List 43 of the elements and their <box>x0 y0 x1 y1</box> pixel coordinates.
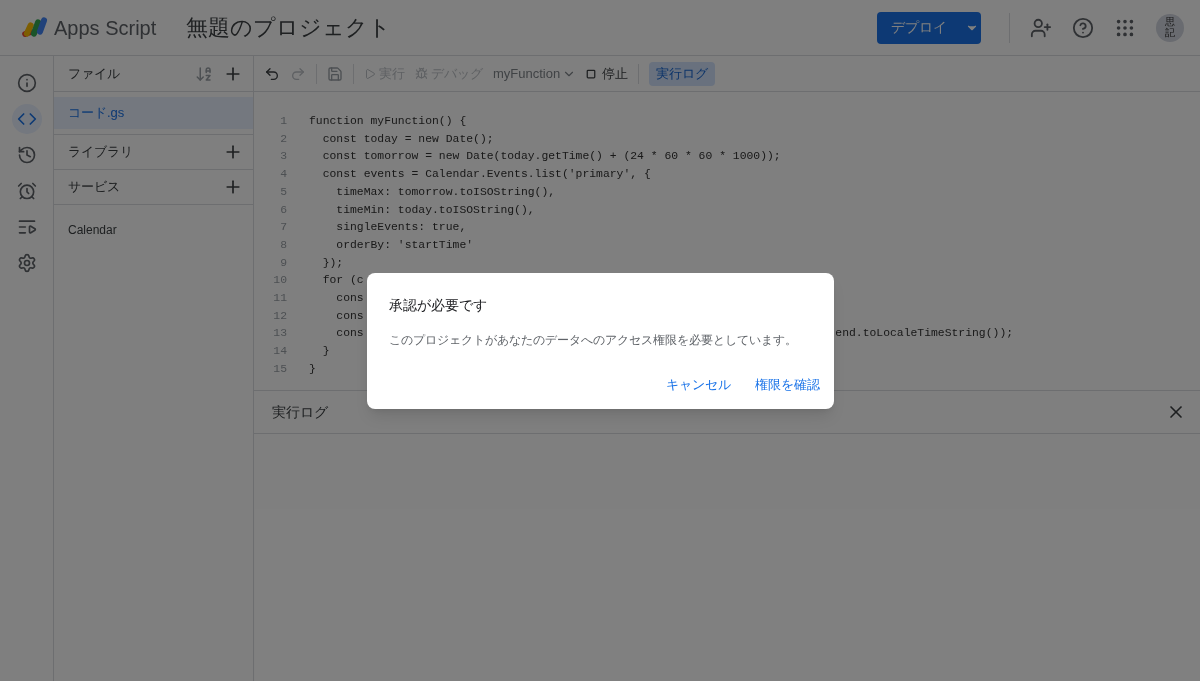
code-line: cons <box>335 292 364 305</box>
logo-icon <box>20 15 50 40</box>
code-line: const tomorrow = new Date(today.getTime() + (24 * 60 * 60 * 1000)); <box>321 150 781 163</box>
play-icon <box>364 67 376 80</box>
files-heading: ファイル <box>68 64 121 83</box>
dialog-button[interactable]: キャンセル <box>663 375 733 395</box>
code-icon[interactable] <box>11 104 42 134</box>
dialog-button[interactable]: 権限を確認 <box>752 375 822 395</box>
dialog-title: 承認が必要です <box>388 295 488 315</box>
code-line: timeMin: today.toISOString(), <box>335 203 535 216</box>
file-item[interactable]: コード.gs <box>54 97 253 129</box>
dialog-message: このプロジェクトがあなたのデータへのアクセス権限を必要としています。 <box>388 331 798 349</box>
bug-icon <box>415 67 428 80</box>
log-panel-title: 実行ログ <box>272 402 329 422</box>
section-heading: サービス <box>68 178 121 197</box>
square-icon <box>586 68 597 79</box>
code-line: const events = Calendar.Events.list('primary', { <box>321 168 651 181</box>
code-line: cons <box>335 327 364 340</box>
service-item[interactable]: Calendar <box>54 215 253 245</box>
help-icon[interactable] <box>1072 16 1094 39</box>
code-line: } <box>309 362 316 375</box>
code-line: end.toLocaleTimeString()); <box>835 326 1014 342</box>
avatar[interactable]: 思記 <box>1156 13 1184 42</box>
stop-button[interactable]: 停止 <box>586 63 629 84</box>
code-line: orderBy: 'startTime' <box>335 238 474 251</box>
code-line: cons <box>335 309 364 322</box>
code-line: function myFunction() { <box>309 115 467 127</box>
add-person-icon[interactable] <box>1030 16 1052 39</box>
section-heading: ライブラリ <box>68 143 134 162</box>
execution-log-button[interactable]: 実行ログ <box>649 61 716 86</box>
function-select[interactable]: myFunction <box>493 63 577 84</box>
code-line: for (c <box>321 274 364 287</box>
deploy-button[interactable]: デプロイ <box>877 11 981 44</box>
code-line: } <box>321 345 330 358</box>
undo-icon[interactable] <box>264 65 280 82</box>
sort-icon[interactable] <box>195 64 213 83</box>
project-title[interactable]: 無題のプロジェクト <box>186 11 392 44</box>
code-line: timeMax: tomorrow.toISOString(), <box>335 185 556 198</box>
code-line: singleEvents: true, <box>335 221 467 234</box>
app-name: Apps Script <box>54 15 157 41</box>
save-icon[interactable] <box>327 65 343 82</box>
code-line: }); <box>321 256 344 269</box>
code-line: const today = new Date(); <box>321 132 494 145</box>
